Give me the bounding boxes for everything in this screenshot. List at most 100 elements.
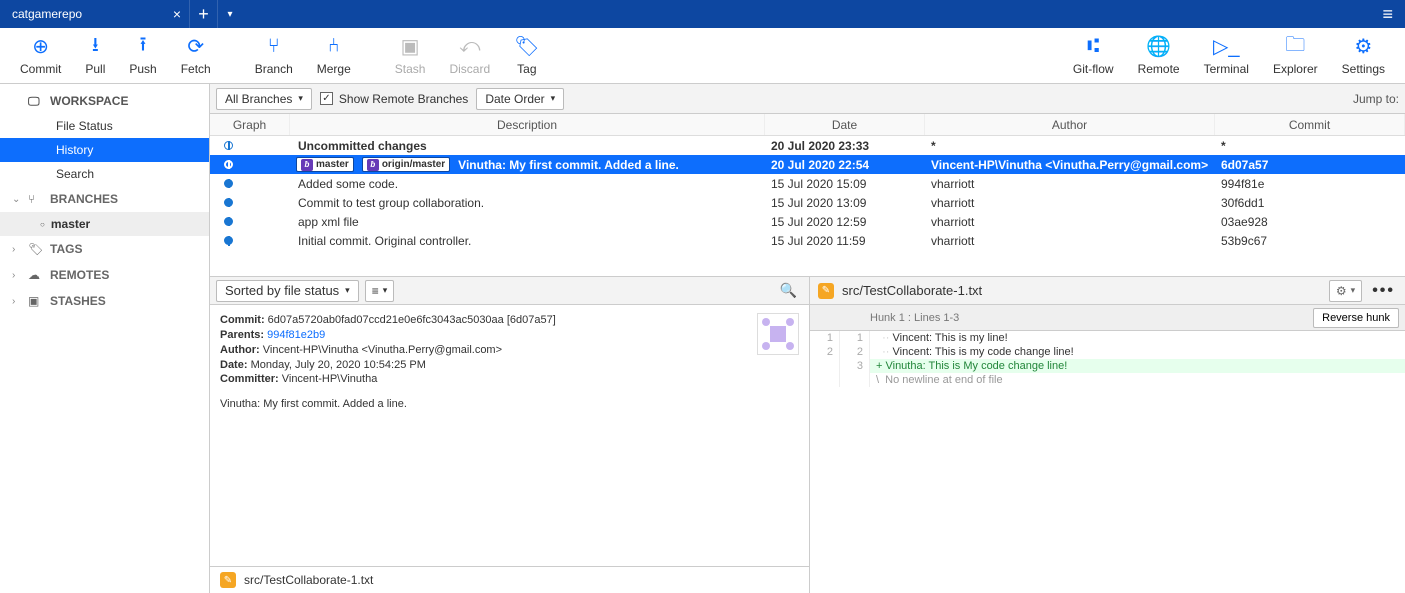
- chevron-down-icon: ▾: [551, 93, 556, 104]
- tag-button[interactable]: 🏷Tag: [502, 32, 551, 80]
- new-tab-menu-icon[interactable]: ▾: [218, 0, 242, 28]
- changed-files-list: ✎ src/TestCollaborate-1.txt: [210, 566, 809, 593]
- chevron-down-icon: ▾: [345, 285, 350, 296]
- new-tab-button[interactable]: +: [190, 0, 218, 28]
- settings-icon: ⚙: [1354, 36, 1372, 58]
- diff-line-meta: No newline at end of file: [810, 373, 1405, 387]
- merge-icon: ⑃: [328, 36, 340, 58]
- commit-row[interactable]: Added some code. 15 Jul 2020 15:09 vharr…: [210, 174, 1405, 193]
- view-mode-dropdown[interactable]: ≡▾: [365, 280, 395, 302]
- commit-icon: ⊕: [32, 36, 49, 58]
- chevron-right-icon[interactable]: ›: [12, 296, 15, 307]
- commit-row[interactable]: Initial commit. Original controller. 15 …: [210, 231, 1405, 250]
- diff-filename: src/TestCollaborate-1.txt: [842, 283, 982, 298]
- col-desc-header[interactable]: Description: [290, 114, 765, 135]
- repo-tab[interactable]: catgamerepo ×: [0, 0, 190, 28]
- branch-button[interactable]: ⑂Branch: [243, 32, 305, 80]
- push-button[interactable]: ⭱Push: [117, 32, 168, 80]
- diff-line[interactable]: 11·· Vincent: This is my line!: [810, 331, 1405, 345]
- explorer-button[interactable]: 🗀Explorer: [1261, 32, 1330, 80]
- commit-row[interactable]: Commit to test group collaboration. 15 J…: [210, 193, 1405, 212]
- pull-icon: ⭳: [92, 36, 99, 58]
- branch-icon: ⑂: [268, 36, 280, 58]
- chevron-down-icon: ▾: [383, 285, 388, 296]
- stash-icon: ▣: [401, 36, 420, 58]
- order-dropdown[interactable]: Date Order▾: [476, 88, 564, 110]
- sidebar-item-file-status[interactable]: File Status: [0, 114, 209, 138]
- pull-button[interactable]: ⭳Pull: [73, 32, 117, 80]
- branches-filter-dropdown[interactable]: All Branches▾: [216, 88, 312, 110]
- col-author-header[interactable]: Author: [925, 114, 1215, 135]
- diff-line[interactable]: 22·· Vincent: This is my code change lin…: [810, 345, 1405, 359]
- col-commit-header[interactable]: Commit: [1215, 114, 1405, 135]
- sidebar-item-search[interactable]: Search: [0, 162, 209, 186]
- commit-row[interactable]: app xml file 15 Jul 2020 12:59 vharriott…: [210, 212, 1405, 231]
- search-icon[interactable]: 🔍: [780, 282, 803, 299]
- chevron-down-icon: ▾: [1351, 285, 1356, 296]
- remote-button[interactable]: 🌐Remote: [1126, 32, 1192, 80]
- modified-badge-icon: ✎: [220, 572, 236, 588]
- modified-badge-icon: ✎: [818, 283, 834, 299]
- diff-settings-button[interactable]: ⚙▾: [1329, 280, 1362, 302]
- sidebar-stashes-header[interactable]: › ▣ STASHES: [0, 288, 209, 314]
- local-branch-chip[interactable]: ƀmaster: [296, 157, 354, 172]
- discard-icon: ⤺: [459, 36, 480, 58]
- col-date-header[interactable]: Date: [765, 114, 925, 135]
- show-remote-branches-checkbox[interactable]: ✓ Show Remote Branches: [320, 92, 468, 106]
- sidebar-remotes-header[interactable]: › ☁ REMOTES: [0, 262, 209, 288]
- branch-badge-icon: ƀ: [301, 159, 313, 171]
- branches-icon: ⑂: [28, 192, 35, 206]
- stashes-icon: ▣: [28, 294, 39, 308]
- jump-to-label: Jump to:: [1353, 92, 1399, 106]
- app-menu-icon[interactable]: ≡: [1370, 4, 1405, 25]
- parent-commit-link[interactable]: 994f81e2b9: [267, 329, 325, 341]
- list-view-icon: ≡: [372, 284, 379, 298]
- checkbox-checked-icon: ✓: [320, 92, 333, 105]
- commit-list: Uncommitted changes 20 Jul 2020 23:33 * …: [210, 136, 1405, 276]
- remote-icon: 🌐: [1146, 36, 1171, 58]
- chevron-right-icon[interactable]: ›: [12, 270, 15, 281]
- sort-dropdown[interactable]: Sorted by file status▾: [216, 280, 359, 302]
- chevron-down-icon: ▾: [298, 93, 303, 104]
- reverse-hunk-button[interactable]: Reverse hunk: [1313, 308, 1399, 328]
- tags-icon: 🏷: [28, 242, 43, 256]
- merge-button[interactable]: ⑃Merge: [305, 32, 363, 80]
- commits-table-header: Graph Description Date Author Commit: [210, 114, 1405, 136]
- commit-button[interactable]: ⊕Commit: [8, 32, 73, 80]
- settings-button[interactable]: ⚙Settings: [1330, 32, 1397, 80]
- terminal-button[interactable]: ▷_Terminal: [1192, 32, 1261, 80]
- sidebar-item-history[interactable]: History: [0, 138, 209, 162]
- filter-bar: All Branches▾ ✓ Show Remote Branches Dat…: [210, 84, 1405, 114]
- chevron-right-icon[interactable]: ›: [12, 244, 15, 255]
- main-toolbar: ⊕Commit ⭳Pull ⭱Push ⟳Fetch ⑂Branch ⑃Merg…: [0, 28, 1405, 84]
- tag-icon: 🏷: [514, 36, 539, 58]
- changed-file-item[interactable]: ✎ src/TestCollaborate-1.txt: [210, 567, 809, 593]
- diff-view: 11·· Vincent: This is my line! 22·· Vinc…: [810, 331, 1405, 387]
- terminal-icon: ▷_: [1213, 36, 1240, 58]
- sidebar: 🖵 WORKSPACE File Status History Search ⌄…: [0, 84, 210, 593]
- sidebar-branch-master[interactable]: ○ master: [0, 212, 209, 236]
- chevron-down-icon[interactable]: ⌄: [12, 194, 20, 205]
- gitflow-button[interactable]: ⑆Git-flow: [1061, 32, 1126, 80]
- stash-button: ▣Stash: [383, 32, 438, 80]
- commit-row[interactable]: Uncommitted changes 20 Jul 2020 23:33 * …: [210, 136, 1405, 155]
- commit-row-selected[interactable]: ƀmaster ƀorigin/master Vinutha: My first…: [210, 155, 1405, 174]
- col-graph-header[interactable]: Graph: [210, 114, 290, 135]
- close-tab-icon[interactable]: ×: [165, 6, 181, 22]
- diff-line-added[interactable]: 3Vinutha: This is My code change line!: [810, 359, 1405, 373]
- title-bar: catgamerepo × + ▾ ≡: [0, 0, 1405, 28]
- author-avatar: [757, 313, 799, 355]
- branch-badge-icon: ƀ: [367, 159, 379, 171]
- sidebar-workspace-header[interactable]: 🖵 WORKSPACE: [0, 84, 209, 114]
- sidebar-tags-header[interactable]: › 🏷 TAGS: [0, 236, 209, 262]
- active-branch-dot-icon: ○: [40, 220, 45, 229]
- sidebar-branches-header[interactable]: ⌄ ⑂ BRANCHES: [0, 186, 209, 212]
- diff-header-bar: ✎ src/TestCollaborate-1.txt ⚙▾ •••: [810, 277, 1405, 305]
- discard-button: ⤺Discard: [437, 32, 502, 80]
- diff-more-button[interactable]: •••: [1370, 282, 1397, 300]
- tab-label: catgamerepo: [12, 7, 82, 21]
- gear-icon: ⚙: [1336, 284, 1347, 298]
- remote-branch-chip[interactable]: ƀorigin/master: [362, 157, 450, 172]
- workspace-icon: 🖵: [28, 94, 40, 109]
- fetch-button[interactable]: ⟳Fetch: [169, 32, 223, 80]
